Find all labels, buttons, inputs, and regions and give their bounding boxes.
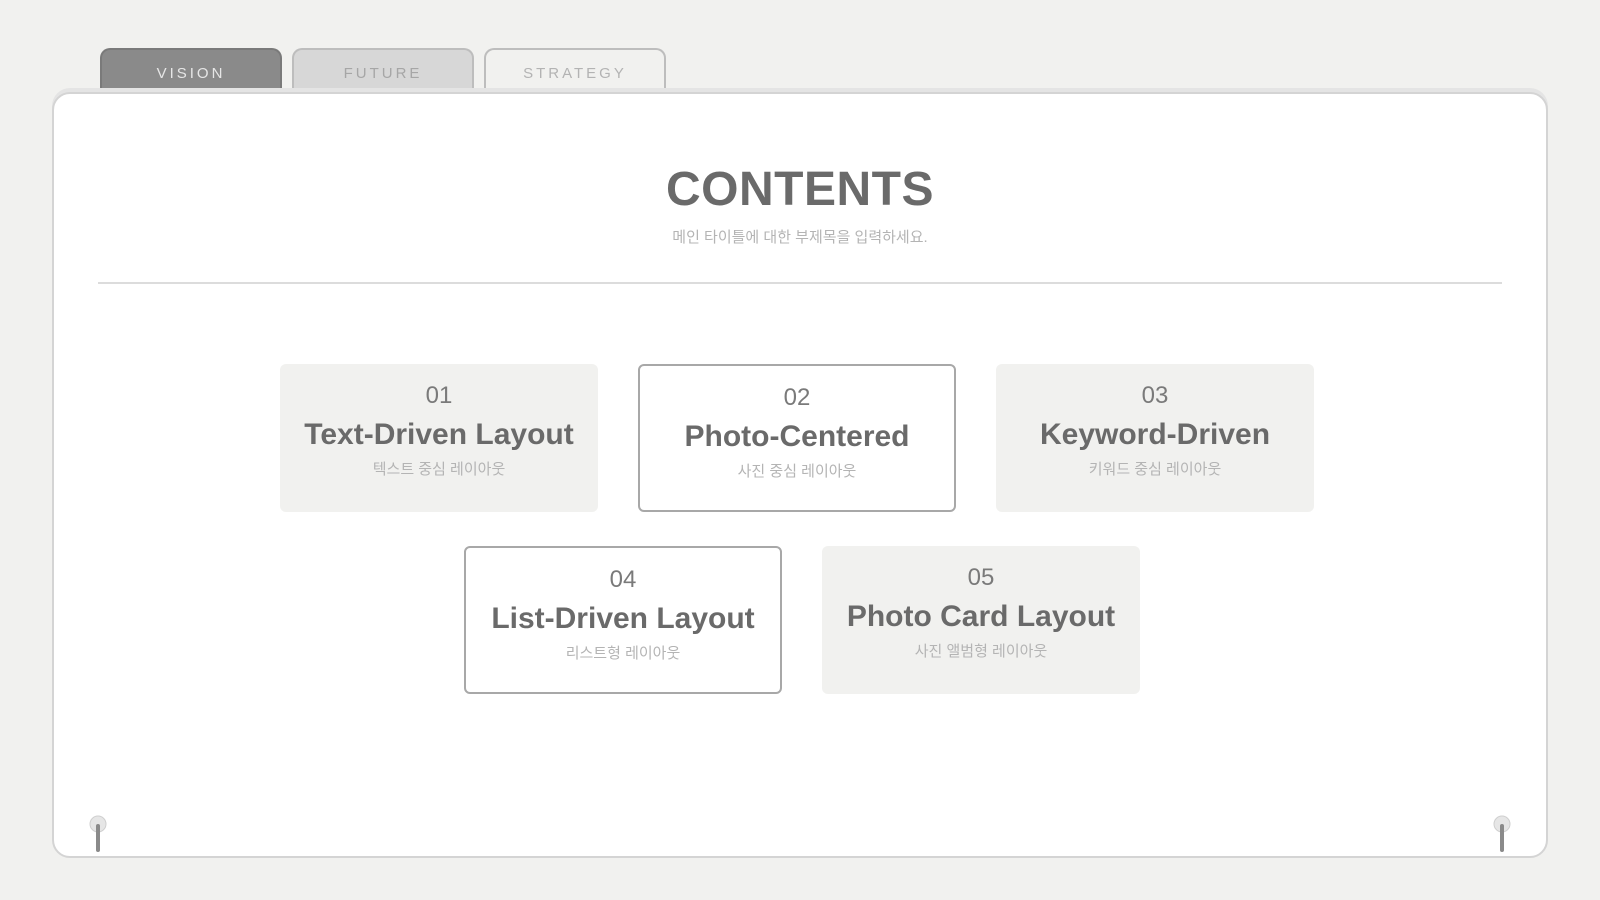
- slide: VISION FUTURE STRATEGY CONTENTS 메인 타이틀에 …: [0, 0, 1600, 900]
- card-number: 05: [967, 564, 995, 591]
- card-number: 03: [1141, 382, 1169, 409]
- card-subtitle: 텍스트 중심 레이아웃: [372, 461, 506, 478]
- card-subtitle: 키워드 중심 레이아웃: [1088, 461, 1222, 478]
- card-subtitle: 사진 중심 레이아웃: [737, 463, 857, 480]
- content-card-04[interactable]: 04 List-Driven Layout 리스트형 레이아웃: [464, 546, 782, 694]
- card-number: 02: [783, 384, 811, 411]
- card-title: Photo-Centered: [684, 420, 910, 453]
- card-title: Text-Driven Layout: [304, 418, 574, 451]
- card-number: 01: [425, 382, 453, 409]
- page-subtitle: 메인 타이틀에 대한 부제목을 입력하세요.: [672, 229, 928, 246]
- content-card-01[interactable]: 01 Text-Driven Layout 텍스트 중심 레이아웃: [280, 364, 598, 512]
- content-panel: CONTENTS 메인 타이틀에 대한 부제목을 입력하세요. 01 Text-…: [52, 92, 1548, 858]
- pin-icon: [89, 815, 107, 852]
- card-title: Photo Card Layout: [846, 600, 1116, 633]
- card-title: Keyword-Driven: [1039, 418, 1271, 451]
- card-title: List-Driven Layout: [491, 602, 755, 635]
- content-card-02[interactable]: 02 Photo-Centered 사진 중심 레이아웃: [638, 364, 956, 512]
- card-subtitle: 사진 앨범형 레이아웃: [914, 643, 1048, 660]
- content-card-05[interactable]: 05 Photo Card Layout 사진 앨범형 레이아웃: [822, 546, 1140, 694]
- pin-icon: [1493, 815, 1511, 852]
- divider: [98, 282, 1502, 284]
- card-subtitle: 리스트형 레이아웃: [565, 645, 681, 662]
- page-title: CONTENTS: [666, 163, 934, 216]
- content-card-03[interactable]: 03 Keyword-Driven 키워드 중심 레이아웃: [996, 364, 1314, 512]
- card-number: 04: [609, 566, 637, 593]
